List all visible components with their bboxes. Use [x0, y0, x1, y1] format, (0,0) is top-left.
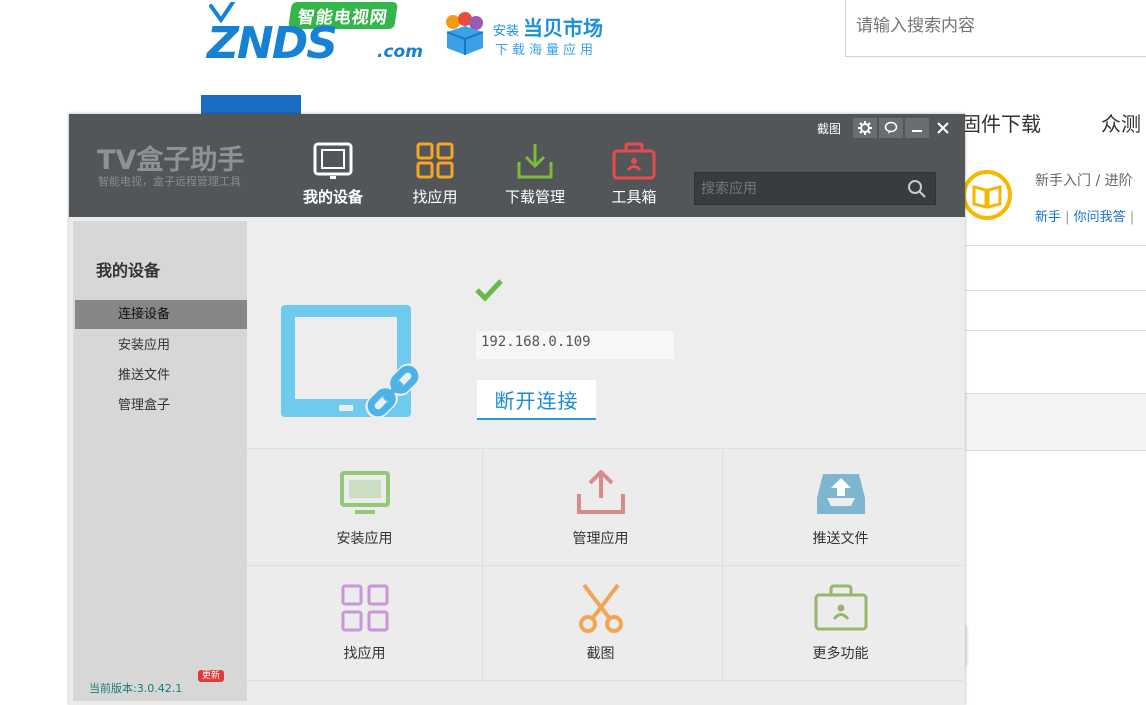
toolbox-icon [814, 584, 867, 631]
app-brand: TV盒子助手 [97, 145, 245, 176]
grid-icon [341, 584, 388, 632]
tile-label: 推送文件 [812, 531, 869, 547]
grid-divider [247, 680, 963, 681]
help-heading: 新手入门 / 进阶 [1035, 173, 1133, 189]
tile-more-features[interactable]: 更多功能 [723, 565, 958, 679]
sidebar: 我的设备 连接设备 安装应用 推送文件 管理盒子 [73, 221, 247, 701]
tab-label: 找应用 [412, 188, 458, 206]
tile-label: 安装应用 [336, 531, 393, 547]
check-icon [475, 279, 503, 302]
site-band [965, 393, 1146, 451]
sidebar-item-push-file[interactable]: 推送文件 [75, 361, 247, 390]
site-divider [965, 290, 1146, 291]
download-icon [517, 144, 553, 179]
help-link-qa[interactable]: 你问我答 [1074, 210, 1126, 225]
disconnect-button[interactable]: 断开连接 [477, 380, 596, 420]
logo-main: ZNDS [207, 18, 338, 69]
connection-status-panel: 192.168.0.109 断开连接 [247, 221, 963, 449]
gear-icon [858, 121, 872, 135]
tile-push-file[interactable]: 推送文件 [723, 450, 958, 564]
tile-label: 截图 [586, 646, 615, 662]
tile-screenshot[interactable]: 截图 [483, 565, 718, 679]
tile-label: 找应用 [343, 646, 386, 662]
tv-icon [313, 142, 353, 179]
market-subtitle: 下载海量应用 [495, 43, 598, 58]
chat-bubble-icon [884, 121, 898, 134]
install-tv-icon [339, 471, 390, 514]
minimize-icon [912, 130, 922, 132]
app-search-input[interactable] [695, 173, 895, 204]
scissors-icon [578, 583, 623, 633]
feedback-button[interactable] [879, 118, 903, 138]
settings-button[interactable] [853, 118, 877, 138]
help-link-newbie[interactable]: 新手 [1035, 210, 1061, 225]
logo-com: .com [377, 42, 423, 62]
market-install: 安装 [493, 24, 520, 39]
site-search-box [845, 0, 1146, 57]
main-content: 192.168.0.109 断开连接 安装应用 管理应用 推送文件 找应用 截图… [247, 221, 963, 701]
upload-tray-icon [576, 470, 625, 514]
tab-my-device[interactable]: 我的设备 [283, 142, 383, 212]
book-icon [962, 170, 1012, 220]
close-icon [937, 122, 949, 134]
app-search-box [694, 172, 936, 205]
site-nav-crowdtest[interactable]: 众测 [1101, 108, 1141, 137]
site-nav-firmware[interactable]: 固件下载 [961, 108, 1041, 137]
toolbox-icon [612, 142, 656, 180]
tile-label: 更多功能 [812, 646, 869, 662]
dangbei-market-banner[interactable]: 安装 当贝市场 下载海量应用 [441, 10, 611, 60]
tab-label: 下载管理 [504, 188, 565, 206]
tab-download-manager[interactable]: 下载管理 [485, 142, 585, 212]
ip-address-field: 192.168.0.109 [476, 331, 674, 359]
sidebar-title: 我的设备 [96, 261, 161, 280]
market-title: 当贝市场 [523, 16, 604, 40]
search-icon[interactable] [907, 179, 927, 199]
app-brand-subtitle: 智能电视，盒子远程管理工具 [98, 175, 241, 188]
tile-label: 管理应用 [572, 531, 629, 547]
tile-manage-app[interactable]: 管理应用 [483, 450, 718, 564]
tv-link-icon [281, 305, 421, 419]
sidebar-item-install-app[interactable]: 安装应用 [75, 331, 247, 360]
app-titlebar: TV盒子助手 智能电视，盒子远程管理工具 我的设备 找应用 下载管理 工具箱 搜… [69, 114, 965, 217]
tab-toolbox[interactable]: 工具箱 [584, 142, 684, 212]
version-label: 当前版本:3.0.42.1 [89, 682, 183, 695]
close-button[interactable] [931, 118, 955, 138]
tab-find-apps[interactable]: 找应用 [385, 142, 485, 212]
znds-logo[interactable]: 智能电视网 ZNDS .com [205, 0, 430, 72]
grid-icon [416, 142, 454, 179]
market-box-icon [446, 12, 484, 55]
sidebar-item-manage-box[interactable]: 管理盒子 [75, 391, 247, 420]
update-badge[interactable]: 更新 [198, 670, 225, 682]
tab-label: 工具箱 [611, 188, 657, 206]
push-box-icon [816, 474, 865, 514]
tv-box-assistant-window: TV盒子助手 智能电视，盒子远程管理工具 我的设备 找应用 下载管理 工具箱 搜… [69, 114, 965, 705]
sidebar-item-connect-device[interactable]: 连接设备 [75, 300, 247, 329]
grid-divider [247, 565, 963, 566]
site-divider [965, 330, 1146, 331]
site-divider [965, 245, 1146, 246]
site-search-input[interactable] [846, 0, 1146, 52]
screen: 智能电视网 ZNDS .com 安装当贝市场 下载海量应用 固件下载 众测 新手… [0, 0, 1146, 705]
tile-find-apps[interactable]: 找应用 [247, 565, 482, 679]
screenshot-button[interactable]: 截图 [817, 120, 841, 137]
help-links: 新手 | 你问我答 | [1035, 210, 1135, 225]
window-controls: 截图 [817, 118, 955, 138]
tile-install-app[interactable]: 安装应用 [247, 450, 482, 564]
minimize-button[interactable] [905, 118, 929, 138]
tab-label: 我的设备 [302, 188, 363, 206]
site-nav-active-tab[interactable] [201, 95, 301, 115]
